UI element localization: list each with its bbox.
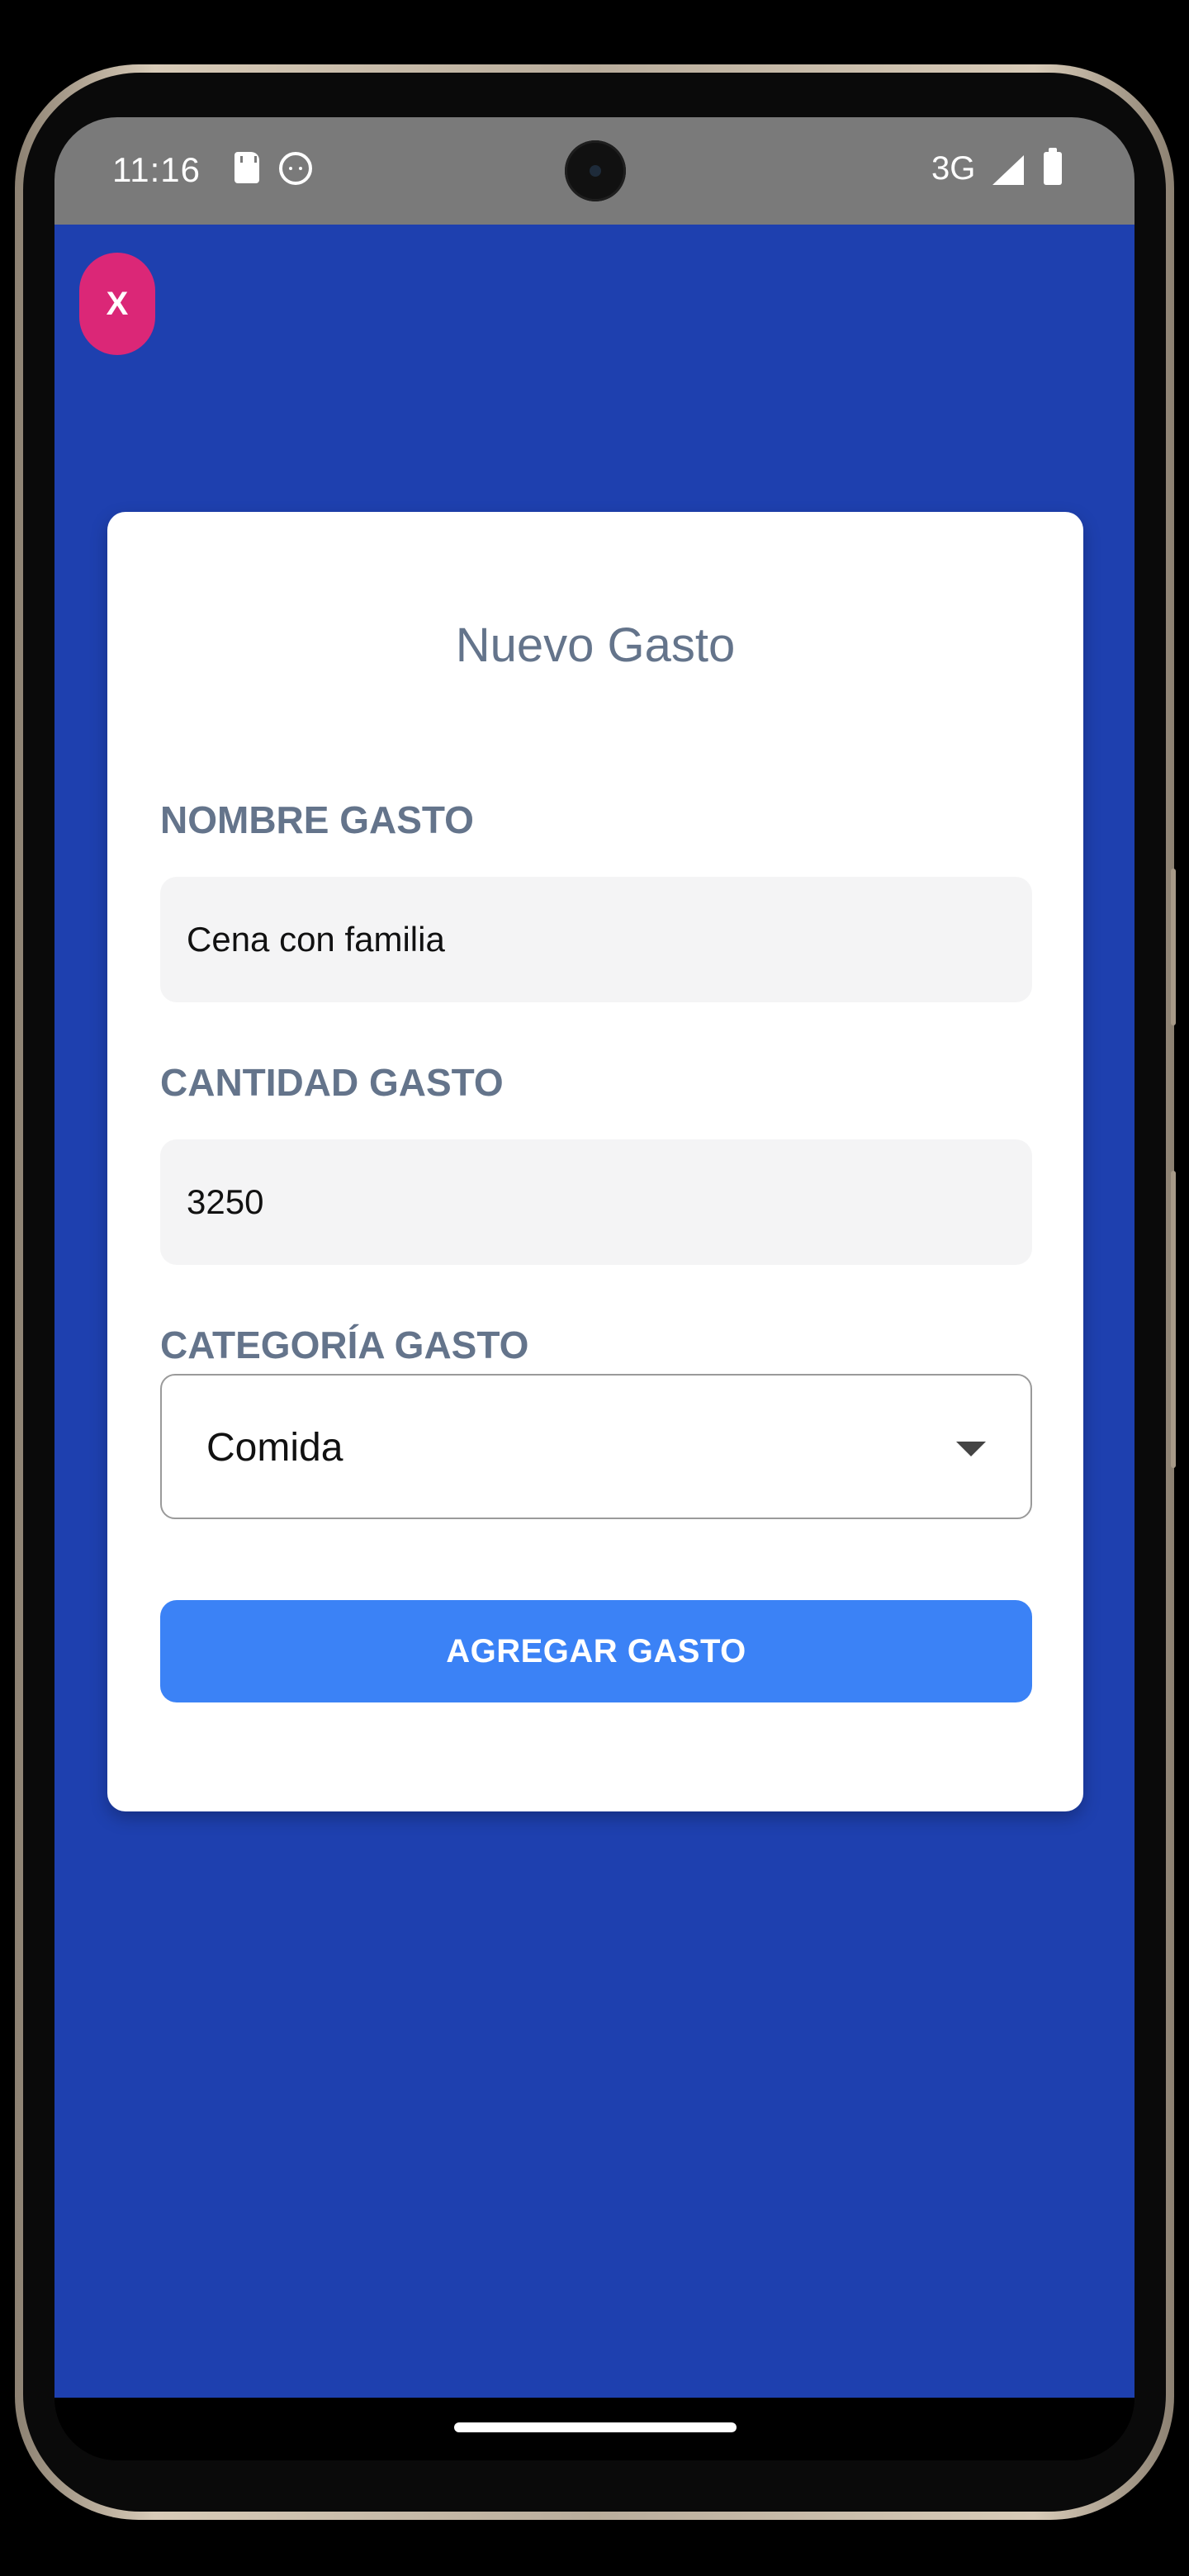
form-title: Nuevo Gasto [455,618,736,672]
status-time: 11:16 [112,150,201,189]
expense-amount-label: CANTIDAD GASTO [160,1061,504,1104]
expense-category-label: CATEGORÍA GASTO [160,1324,529,1366]
front-camera [565,140,626,201]
dropdown-arrow-icon [956,1442,986,1456]
phone-screen: 11:16 3G X Nuevo Gasto NOMBRE GASTO CANT… [54,117,1135,2460]
app-content: X Nuevo Gasto NOMBRE GASTO CANTIDAD GAST… [54,225,1135,2398]
sd-card-icon [234,152,259,183]
face-icon [279,152,312,185]
expense-category-select[interactable]: Comida [160,1374,1032,1519]
battery-icon [1044,148,1062,185]
network-type: 3G [931,150,976,187]
phone-side-button [1171,869,1176,1025]
category-selected-value: Comida [206,1426,343,1470]
expense-amount-input[interactable] [160,1139,1032,1265]
add-expense-button[interactable]: AGREGAR GASTO [160,1600,1032,1702]
expense-form-card: Nuevo Gasto NOMBRE GASTO CANTIDAD GASTO … [107,512,1083,1811]
expense-name-input[interactable] [160,877,1032,1002]
phone-side-button [1171,1171,1176,1468]
home-indicator[interactable] [454,2422,737,2432]
expense-name-label: NOMBRE GASTO [160,798,474,841]
navigation-bar [54,2398,1135,2460]
status-bar: 11:16 3G [54,117,1135,225]
close-button[interactable]: X [79,253,155,355]
signal-icon [992,155,1024,185]
